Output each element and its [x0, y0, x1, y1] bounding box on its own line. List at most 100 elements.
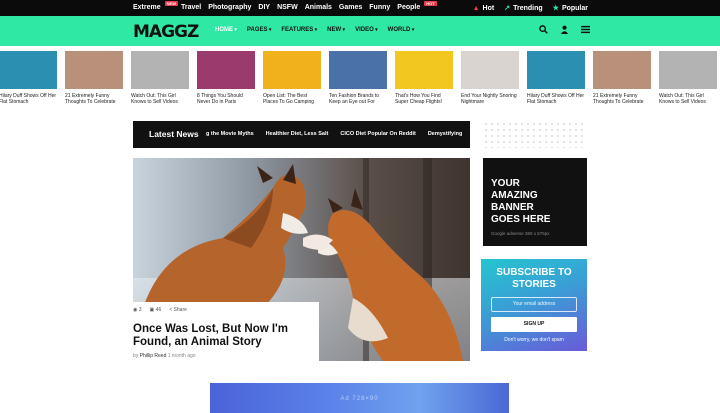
- chevron-down-icon: ▾: [233, 27, 237, 33]
- site-logo[interactable]: MAGGZ: [133, 22, 199, 42]
- strip-caption[interactable]: Watch Out: This Girl Knows to Sell Video…: [131, 93, 189, 105]
- strip-item[interactable]: 8 Things You Should Never Do in Paris: [197, 51, 255, 105]
- dot-pattern-decoration: [483, 121, 587, 148]
- strip-caption[interactable]: 21 Extremely Funny Thoughts To Celebrate: [65, 93, 123, 105]
- strip-thumbnail[interactable]: [329, 51, 387, 89]
- menu-item-video[interactable]: VIDEO ▾: [355, 27, 378, 33]
- chevron-down-icon: ▾: [313, 27, 318, 33]
- strip-caption[interactable]: Watch Out: This Girl Knows to Sell Video…: [659, 93, 717, 105]
- top-link-label: Games: [338, 4, 363, 11]
- top-link-label: NSFW: [277, 4, 298, 11]
- strip-item[interactable]: 21 Extremely Funny Thoughts To Celebrate: [65, 51, 123, 105]
- strip-caption[interactable]: 8 Things You Should Never Do in Paris: [197, 93, 255, 105]
- top-link-label: Photography: [208, 4, 252, 11]
- chevron-down-icon: ▾: [373, 27, 378, 33]
- user-icon[interactable]: [560, 25, 569, 34]
- email-field[interactable]: Your email address: [491, 297, 577, 312]
- top-link[interactable]: Photography: [208, 4, 251, 11]
- menu-item-label: WORLD: [387, 27, 411, 33]
- top-right-label: Popular: [561, 4, 588, 12]
- menu-item-new[interactable]: NEW ▾: [327, 27, 345, 33]
- menu-item-home[interactable]: HOME ▾: [215, 27, 237, 33]
- hero-byline: by Phillip Reed 1 month ago: [133, 353, 196, 359]
- strip-caption[interactable]: 21 Extremely Funny Thoughts To Celebrate: [593, 93, 651, 105]
- post-time: 1 month ago: [167, 353, 196, 359]
- top-link[interactable]: ExtremeNEW: [133, 1, 178, 11]
- strip-item[interactable]: End Your Nightly Snoring Nightmare: [461, 51, 519, 105]
- strip-caption[interactable]: That's How You Find Super Cheap Flights!: [395, 93, 453, 105]
- hero-article[interactable]: ◉ 3 ▣ 46 < Share Once Was Lost, But Now …: [133, 158, 470, 361]
- menu-item-label: FEATURES: [281, 27, 314, 33]
- strip-item[interactable]: Open List: The Best Places To Go Camping: [263, 51, 321, 105]
- view-count-value: 3: [138, 307, 142, 313]
- top-link[interactable]: Travel: [181, 4, 201, 11]
- subscribe-note: Don't worry, we don't spam: [504, 337, 564, 343]
- strip-item[interactable]: Watch Out: This Girl Knows to Sell Video…: [131, 51, 189, 105]
- menu-item-features[interactable]: FEATURES ▾: [281, 27, 317, 33]
- strip-caption[interactable]: End Your Nightly Snoring Nightmare: [461, 93, 519, 105]
- top-right-hot[interactable]: ▲ Hot: [473, 4, 495, 12]
- strip-item[interactable]: Watch Out: This Girl Knows to Sell Video…: [659, 51, 717, 105]
- top-link[interactable]: NSFW: [277, 4, 298, 11]
- top-right-popular[interactable]: ★ Popular: [553, 4, 588, 13]
- ticker-label: Latest News: [149, 129, 199, 139]
- hero-title[interactable]: Once Was Lost, But Now I'm Found, an Ani…: [133, 323, 319, 349]
- top-link-label: DIY: [258, 4, 271, 11]
- strip-thumbnail[interactable]: [461, 51, 519, 89]
- ticker-item[interactable]: g the Movie Myths: [206, 131, 254, 137]
- view-count: ◉ 3: [133, 307, 142, 313]
- strip-thumbnail[interactable]: [131, 51, 189, 89]
- strip-thumbnail[interactable]: [263, 51, 321, 89]
- strip-caption[interactable]: Hilary Duff Shows Off Her Flat Stomach: [0, 93, 57, 105]
- strip-caption[interactable]: Open List: The Best Places To Go Camping: [263, 93, 321, 105]
- strip-caption[interactable]: Ten Fashion Brands to Keep an Eye out Fo…: [329, 93, 387, 105]
- strip-thumbnail[interactable]: [197, 51, 255, 89]
- chevron-down-icon: ▾: [410, 27, 415, 33]
- strip-thumbnail[interactable]: [527, 51, 585, 89]
- ticker-items: g the Movie Myths Healthier Diet, Less Sa…: [206, 131, 468, 137]
- strip-thumbnail[interactable]: [0, 51, 57, 89]
- strip-item[interactable]: That's How You Find Super Cheap Flights!: [395, 51, 453, 105]
- comment-count-value: 46: [155, 307, 162, 313]
- strip-thumbnail[interactable]: [593, 51, 651, 89]
- strip-thumbnail[interactable]: [65, 51, 123, 89]
- strip-item[interactable]: Hilary Duff Shows Off Her Flat Stomach: [527, 51, 585, 105]
- share-link[interactable]: < Share: [169, 307, 187, 313]
- signup-button[interactable]: SIGN UP: [491, 317, 577, 332]
- menu-item-pages[interactable]: PAGES ▾: [247, 27, 271, 33]
- top-link[interactable]: DIY: [258, 4, 270, 11]
- strip-thumbnail[interactable]: [659, 51, 717, 89]
- top-link[interactable]: Games: [339, 4, 362, 11]
- strip-thumbnail[interactable]: [395, 51, 453, 89]
- chevron-down-icon: ▾: [267, 27, 272, 33]
- top-link-badge: HOT: [424, 1, 437, 6]
- strip-item[interactable]: 21 Extremely Funny Thoughts To Celebrate: [593, 51, 651, 105]
- author-name[interactable]: Phillip Reed: [140, 353, 167, 359]
- ticker-item[interactable]: CICO Diet Popular On Reddit: [340, 131, 415, 137]
- share-icon: <: [169, 307, 173, 313]
- ticker-item[interactable]: Healthier Diet, Less Salt: [266, 131, 329, 137]
- search-icon[interactable]: [539, 25, 548, 34]
- top-link[interactable]: Animals: [305, 4, 332, 11]
- banner-footer: Google adsense 360 x 576px: [491, 231, 550, 236]
- latest-news-ticker: Latest News g the Movie Myths Healthier D…: [133, 121, 470, 148]
- strip-caption[interactable]: Hilary Duff Shows Off Her Flat Stomach: [527, 93, 585, 105]
- top-links: ExtremeNEW Travel Photography DIY NSFW Animal…: [133, 1, 437, 11]
- menu-item-world[interactable]: WORLD ▾: [388, 27, 415, 33]
- top-right-trending[interactable]: ↗ Trending: [504, 4, 543, 13]
- hero-meta: ◉ 3 ▣ 46 < Share: [133, 307, 187, 313]
- top-right-label: Trending: [513, 4, 543, 12]
- byline-prefix: by: [133, 353, 139, 359]
- sidebar-banner-ad[interactable]: YOUR AMAZING BANNER GOES HERE Google ads…: [483, 158, 587, 246]
- top-link[interactable]: Funny: [369, 4, 390, 11]
- top-link-label: People: [397, 4, 421, 11]
- strip-item[interactable]: Hilary Duff Shows Off Her Flat Stomach: [0, 51, 57, 105]
- bottom-leaderboard-ad[interactable]: Ad 728×90: [210, 383, 509, 413]
- ticker-item[interactable]: Demystifying: [428, 131, 463, 137]
- strip-item[interactable]: Ten Fashion Brands to Keep an Eye out Fo…: [329, 51, 387, 105]
- fire-icon: ▲: [472, 4, 480, 12]
- hamburger-menu-icon[interactable]: [581, 25, 590, 34]
- top-right-label: Hot: [482, 4, 495, 12]
- top-link[interactable]: PeopleHOT: [397, 1, 437, 11]
- bottom-ad-text: Ad 728×90: [340, 396, 379, 402]
